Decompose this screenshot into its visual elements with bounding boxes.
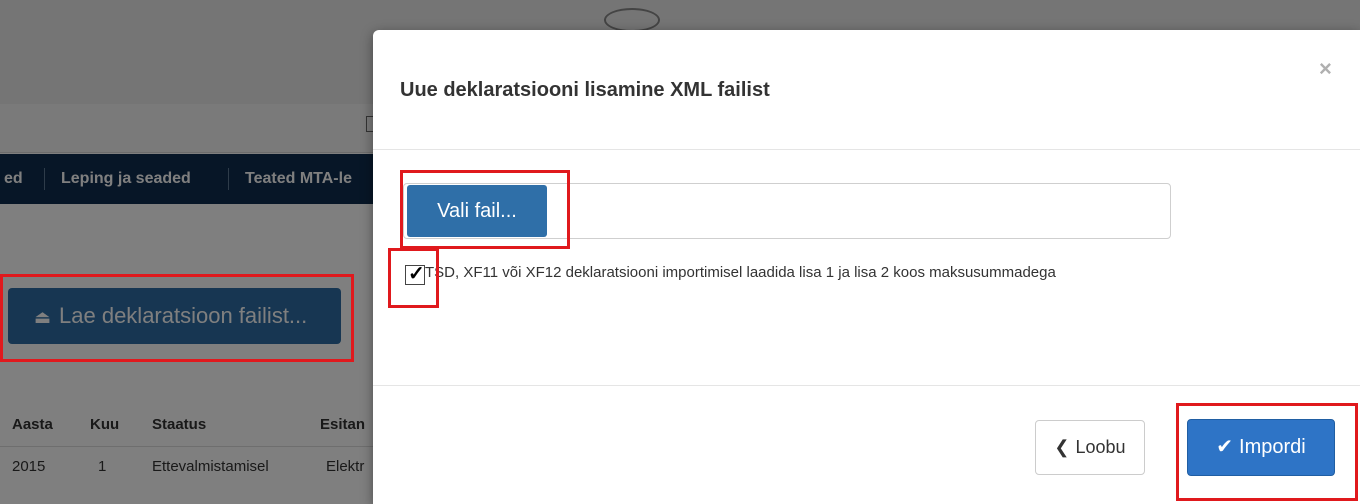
highlight-box xyxy=(400,170,570,249)
cancel-button[interactable]: ❮ Loobu xyxy=(1035,420,1145,475)
highlight-box xyxy=(1176,403,1358,501)
dialog-title: Uue deklaratsiooni lisamine XML failist xyxy=(400,79,770,101)
include-attachments-label: TSD, XF11 või XF12 deklaratsiooni import… xyxy=(425,264,1056,281)
highlight-box xyxy=(0,274,354,362)
footer-divider xyxy=(373,385,1360,386)
cancel-button-label: Loobu xyxy=(1075,437,1126,457)
chevron-left-icon: ❮ xyxy=(1054,437,1070,457)
close-icon[interactable]: × xyxy=(1319,56,1332,82)
header-divider xyxy=(373,149,1360,150)
highlight-box xyxy=(388,248,439,308)
